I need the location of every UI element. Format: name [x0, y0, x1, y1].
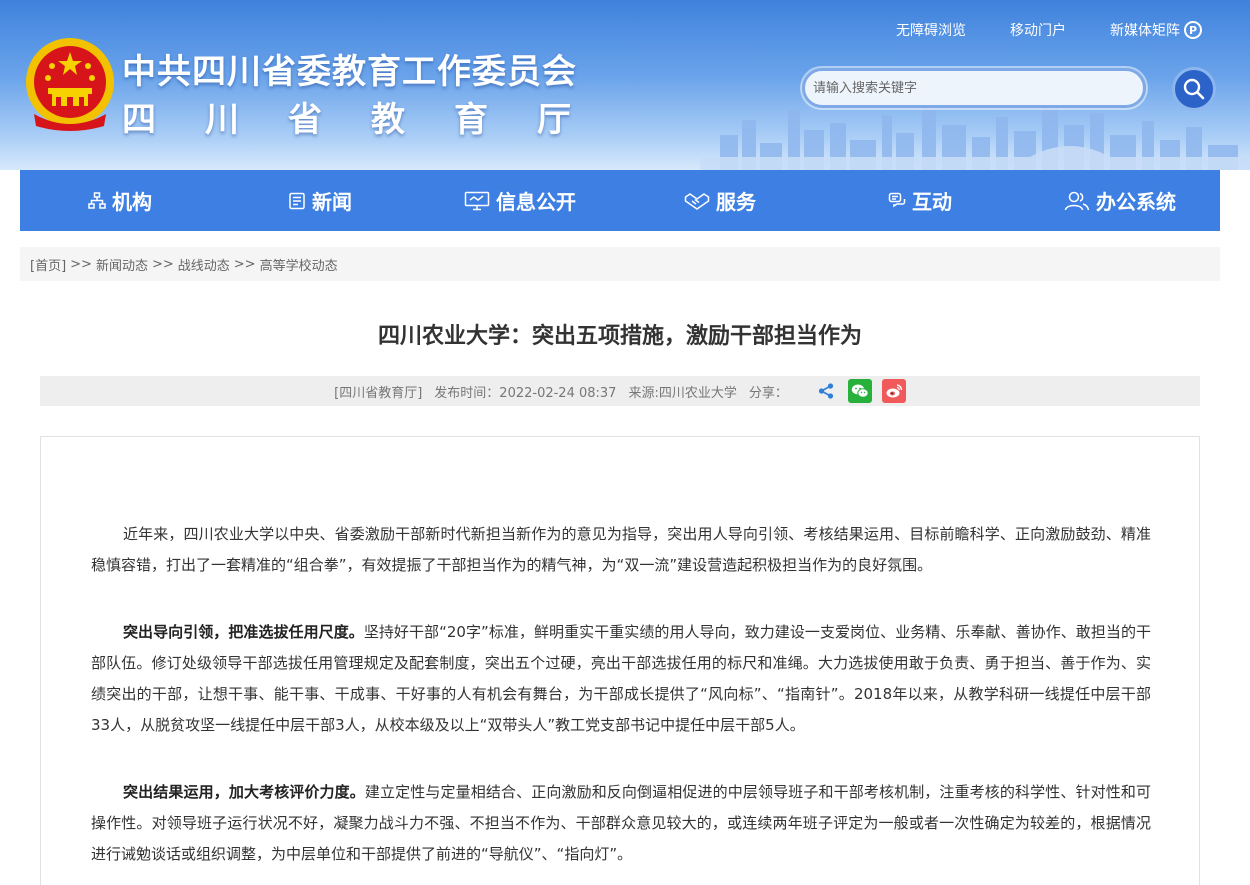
handshake-icon — [684, 192, 710, 210]
news-icon — [289, 192, 305, 209]
share-button[interactable] — [814, 379, 838, 403]
new-media-link[interactable]: 新媒体矩阵 P — [1110, 20, 1202, 40]
top-links: 无障碍浏览 移动门户 新媒体矩阵 P — [896, 20, 1202, 40]
new-media-link-label: 新媒体矩阵 — [1110, 23, 1180, 39]
share-icons — [814, 379, 906, 403]
share-icon — [818, 383, 833, 399]
monitor-icon — [464, 191, 490, 210]
new-media-icon: P — [1184, 21, 1202, 39]
nav-item-service[interactable]: 服务 — [620, 186, 820, 215]
search-icon — [1183, 78, 1205, 100]
nav-item-news[interactable]: 新闻 — [220, 186, 420, 215]
nav-item-info-disclosure[interactable]: 信息公开 — [420, 186, 620, 215]
paragraph-lead: 突出导向引领，把准选拔任用尺度。 — [123, 623, 364, 641]
search-box — [802, 68, 1146, 108]
nav-item-interaction[interactable]: 互动 — [820, 186, 1020, 215]
national-emblem-logo — [26, 38, 114, 131]
search-button[interactable] — [1172, 67, 1216, 111]
paragraph-text: 近年来，四川农业大学以中央、省委激励干部新时代新担当新作为的意见为指导，突出用人… — [91, 525, 1151, 574]
chat-icon — [888, 192, 906, 207]
article-paragraph: 突出导向引领，把准选拔任用尺度。坚持好干部“20字”标准，鲜明重实干重实绩的用人… — [91, 617, 1151, 741]
nav-item-org[interactable]: 机构 — [20, 186, 220, 215]
paragraph-lead: 突出结果运用，加大考核评价力度。 — [123, 783, 365, 801]
article-paragraph: 近年来，四川农业大学以中央、省委激励干部新时代新担当新作为的意见为指导，突出用人… — [91, 519, 1151, 581]
header-banner: 中共四川省委教育工作委员会 四川省教育厅 无障碍浏览 移动门户 新媒体矩阵 P — [0, 0, 1250, 170]
breadcrumb-home-link[interactable]: [首页] — [30, 255, 66, 274]
breadcrumb-link-universities[interactable]: 高等学校动态 — [260, 255, 338, 274]
site-title-department: 四川省教育厅 — [122, 100, 620, 140]
article-paragraph: 突出结果运用，加大考核评价力度。建立定性与定量相结合、正向激励和反向倒逼相促进的… — [91, 777, 1151, 870]
users-icon — [1064, 191, 1090, 210]
breadcrumb-separator: >> — [70, 256, 92, 272]
nav-item-label: 信息公开 — [496, 190, 576, 214]
nav-item-label: 服务 — [716, 190, 756, 214]
site-title-committee: 中共四川省委教育工作委员会 — [122, 52, 577, 92]
mobile-portal-link[interactable]: 移动门户 — [1010, 20, 1066, 40]
wechat-icon — [851, 384, 869, 398]
main-nav: 机构 新闻 信息公开 服务 互动 办公系统 — [20, 170, 1220, 231]
meta-source: 来源:四川农业大学 — [628, 385, 737, 401]
weibo-share-button[interactable] — [881, 379, 906, 403]
share-label: 分享： — [748, 385, 788, 401]
accessibility-link[interactable]: 无障碍浏览 — [896, 20, 966, 40]
article-content: 近年来，四川农业大学以中央、省委激励干部新时代新担当新作为的意见为指导，突出用人… — [40, 436, 1200, 885]
meta-publish-date: 发布时间：2022-02-24 08:37 — [434, 385, 617, 401]
weibo-icon — [886, 384, 903, 398]
breadcrumb-link-frontline[interactable]: 战线动态 — [178, 255, 230, 274]
wechat-share-button[interactable] — [847, 379, 872, 403]
nav-item-label: 办公系统 — [1096, 190, 1176, 214]
breadcrumb: [首页] >> 新闻动态 >> 战线动态 >> 高等学校动态 — [20, 247, 1220, 281]
meta-site: [四川省教育厅] — [334, 385, 423, 401]
article-meta: [四川省教育厅] 发布时间：2022-02-24 08:37 来源:四川农业大学… — [40, 376, 1200, 406]
breadcrumb-separator: >> — [233, 256, 256, 272]
nav-item-label: 机构 — [112, 190, 152, 214]
nav-item-label: 新闻 — [312, 190, 352, 214]
breadcrumb-separator: >> — [151, 256, 174, 272]
breadcrumb-link-news[interactable]: 新闻动态 — [96, 255, 148, 274]
org-icon — [88, 191, 106, 209]
article-title: 四川农业大学：突出五项措施，激励干部担当作为 — [377, 324, 862, 349]
search-input[interactable] — [805, 71, 1143, 105]
nav-item-label: 互动 — [912, 190, 952, 214]
nav-item-office-system[interactable]: 办公系统 — [1020, 186, 1220, 215]
